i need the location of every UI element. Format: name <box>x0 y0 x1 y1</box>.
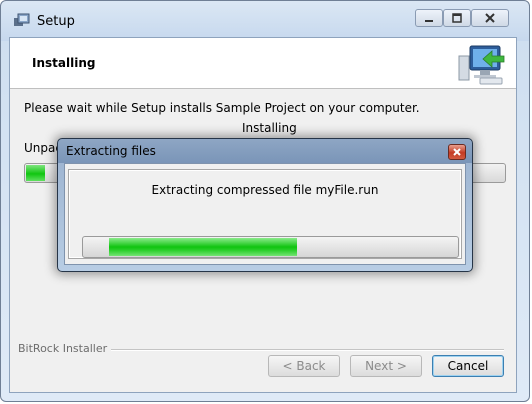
install-progress-fill <box>26 165 46 181</box>
extract-progress-fill <box>109 238 297 256</box>
minimize-button[interactable] <box>415 9 443 27</box>
page-title: Installing <box>32 56 96 70</box>
extract-message: Extracting compressed file myFile.run <box>151 183 379 197</box>
close-icon <box>485 13 495 23</box>
setup-app-icon <box>14 13 30 26</box>
title-bar[interactable]: Setup <box>1 1 529 37</box>
install-status: Installing <box>242 121 297 135</box>
brand-label: BitRock Installer <box>18 342 112 355</box>
page-header: Installing <box>10 38 516 89</box>
dialog-title[interactable]: Extracting files <box>66 144 156 158</box>
back-button[interactable]: < Back <box>268 355 340 377</box>
next-button[interactable]: Next > <box>350 355 422 377</box>
extract-progress-bar <box>82 236 459 258</box>
installer-computer-icon <box>458 45 505 85</box>
dialog-frame: Extracting compressed file myFile.run <box>68 169 462 259</box>
cancel-button[interactable]: Cancel <box>432 355 504 377</box>
dialog-close-button[interactable] <box>448 144 466 160</box>
footer-divider <box>100 349 504 351</box>
install-description: Please wait while Setup installs Sample … <box>24 101 420 115</box>
maximize-button[interactable] <box>443 9 471 27</box>
dialog-content: Extracting compressed file myFile.run <box>64 163 466 265</box>
minimize-icon <box>425 20 433 22</box>
dialog-close-icon <box>453 148 461 156</box>
close-button[interactable] <box>471 9 509 27</box>
window-title: Setup <box>37 14 75 29</box>
extracting-dialog: Extracting files Extracting compressed f… <box>57 138 473 272</box>
maximize-icon <box>452 13 462 23</box>
